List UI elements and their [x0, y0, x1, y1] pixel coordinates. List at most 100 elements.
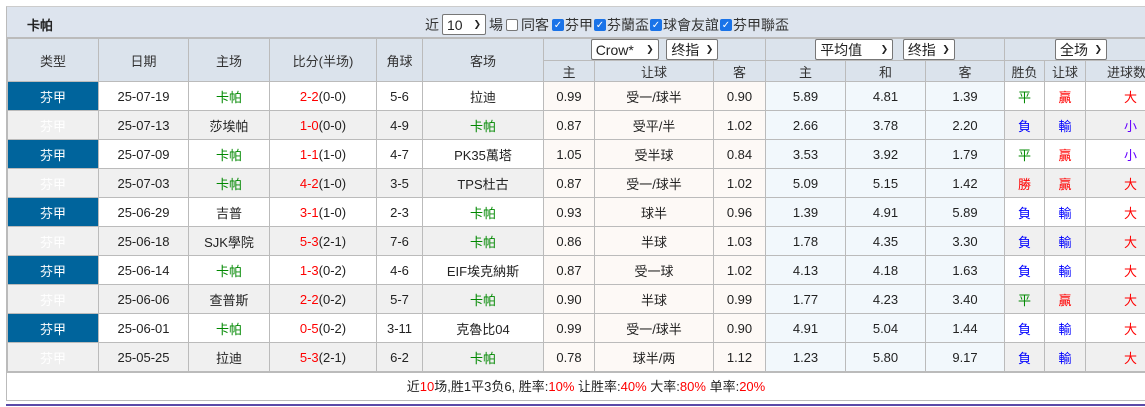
handicap-win-rate: 40%: [620, 379, 647, 394]
home-team-cell[interactable]: 卡帕: [188, 313, 270, 343]
corner-cell: 3-11: [376, 313, 423, 343]
away-team-cell[interactable]: EIF埃克納斯: [422, 255, 544, 285]
goals-result-cell: 大: [1084, 284, 1145, 314]
away-team-cell[interactable]: PK35萬塔: [422, 139, 544, 169]
col-ah-home: 主: [543, 60, 595, 82]
eu-draw-odds: 4.18: [845, 255, 926, 285]
scope-select[interactable]: 全场 ❯: [1055, 39, 1107, 60]
col-handicap: 让球: [1044, 60, 1086, 82]
col-date: 日期: [98, 38, 189, 82]
home-team-cell[interactable]: 吉普: [188, 197, 270, 227]
corner-cell: 5-6: [376, 81, 423, 111]
corner-cell: 7-6: [376, 226, 423, 256]
full-score: 2-2: [299, 88, 319, 104]
home-team-cell[interactable]: 卡帕: [188, 81, 270, 111]
win-rate: 10%: [548, 379, 575, 394]
score-cell: 1-3(0-2): [269, 255, 377, 285]
away-team-cell[interactable]: 卡帕: [422, 342, 544, 372]
col-eu-draw: 和: [845, 60, 926, 82]
matches-table: 类型 日期 主场 比分(半场) 角球 客场 Crow* ❯ 终指 ❯ 平均值 ❯ 终指…: [7, 38, 1145, 372]
home-team-cell[interactable]: 拉迪: [188, 342, 270, 372]
date-cell: 25-07-13: [98, 110, 189, 140]
eu-kind-select[interactable]: 终指 ❯: [902, 39, 955, 60]
summary-text: 让胜率:: [574, 379, 621, 394]
eu-company-select[interactable]: 平均值 ❯: [815, 39, 894, 60]
summary-count: 10: [419, 379, 435, 394]
home-team-cell[interactable]: 莎埃帕: [188, 110, 270, 140]
goals-result-cell: 大: [1084, 255, 1145, 285]
eu-draw-odds: 3.78: [845, 110, 926, 140]
goals-result-cell: 大: [1084, 313, 1145, 343]
table-row[interactable]: 芬甲 25-06-29 吉普 3-1(1-0) 2-3 卡帕 0.93 球半 0…: [7, 197, 1145, 227]
competition-checkbox[interactable]: ✓: [594, 18, 606, 31]
competition-checkbox[interactable]: ✓: [650, 18, 662, 31]
eu-draw-odds: 5.15: [845, 168, 926, 198]
table-row[interactable]: 芬甲 25-06-14 卡帕 1-3(0-2) 4-6 EIF埃克納斯 0.87…: [7, 255, 1145, 285]
table-row[interactable]: 芬甲 25-07-03 卡帕 4-2(1-0) 3-5 TPS杜古 0.87 受…: [7, 168, 1145, 198]
ah-line: 半球: [594, 226, 714, 256]
home-team-cell[interactable]: 卡帕: [188, 168, 270, 198]
eu-home-odds: 1.77: [765, 284, 846, 314]
ah-kind-select[interactable]: 终指 ❯: [666, 39, 719, 60]
table-row[interactable]: 芬甲 25-06-01 卡帕 0-5(0-2) 3-11 克魯比04 0.99 …: [7, 313, 1145, 343]
half-score: (0-2): [318, 320, 347, 336]
goals-result-cell: 大: [1084, 197, 1145, 227]
table-row[interactable]: 芬甲 25-07-19 卡帕 2-2(0-0) 5-6 拉迪 0.99 受一/球…: [7, 81, 1145, 111]
type-cell: 芬甲: [7, 110, 99, 140]
score-cell: 2-2(0-0): [269, 81, 377, 111]
goals-result-cell: 大: [1084, 342, 1145, 372]
full-score: 1-1: [299, 146, 319, 162]
full-score: 5-3: [299, 349, 319, 365]
away-team-cell[interactable]: 克魯比04: [422, 313, 544, 343]
match-count-value: 10: [447, 16, 463, 33]
chevron-down-icon: ❯: [1094, 44, 1102, 54]
away-team-cell[interactable]: 拉迪: [422, 81, 544, 111]
full-score: 1-3: [299, 262, 319, 278]
eu-home-odds: 3.53: [765, 139, 846, 169]
away-team-cell[interactable]: 卡帕: [422, 226, 544, 256]
competition-checkbox[interactable]: ✓: [720, 18, 732, 31]
full-score: 5-3: [299, 233, 319, 249]
ah-kind-value: 终指: [671, 41, 700, 58]
table-row[interactable]: 芬甲 25-05-25 拉迪 5-3(2-1) 6-2 卡帕 0.78 球半/两…: [7, 342, 1145, 372]
eu-away-odds: 3.30: [925, 226, 1005, 256]
away-team-cell[interactable]: TPS杜古: [422, 168, 544, 198]
ah-line: 受一球: [594, 255, 714, 285]
away-team-cell[interactable]: 卡帕: [422, 284, 544, 314]
chevron-down-icon: ❯: [646, 44, 654, 54]
handicap-result-cell: 贏: [1044, 284, 1086, 314]
home-team-cell[interactable]: 查普斯: [188, 284, 270, 314]
odd-rate: 20%: [739, 379, 766, 394]
half-score: (1-0): [318, 175, 347, 191]
home-team-cell[interactable]: 卡帕: [188, 139, 270, 169]
table-row[interactable]: 芬甲 25-07-09 卡帕 1-1(1-0) 4-7 PK35萬塔 1.05 …: [7, 139, 1145, 169]
col-goals: 进球数: [1084, 60, 1145, 82]
type-cell: 芬甲: [7, 284, 99, 314]
half-score: (0-2): [318, 291, 347, 307]
date-cell: 25-06-01: [98, 313, 189, 343]
ah-home-odds: 0.99: [543, 313, 595, 343]
eu-away-odds: 3.40: [925, 284, 1005, 314]
handicap-result-cell: 輸: [1044, 255, 1086, 285]
ah-company-select[interactable]: Crow* ❯: [590, 39, 659, 60]
summary: 近10场,胜1平3负6, 胜率:10% 让胜率:40% 大率:80% 单率:20…: [7, 372, 1145, 400]
competition-checkbox[interactable]: ✓: [552, 18, 564, 31]
chevron-down-icon: ❯: [880, 44, 889, 54]
result-cell: 負: [1004, 342, 1045, 372]
eu-home-odds: 4.91: [765, 313, 846, 343]
away-team-cell[interactable]: 卡帕: [422, 110, 544, 140]
handicap-result-cell: 贏: [1044, 139, 1086, 169]
type-cell: 芬甲: [7, 342, 99, 372]
table-row[interactable]: 芬甲 25-06-18 SJK學院 5-3(2-1) 7-6 卡帕 0.86 半…: [7, 226, 1145, 256]
table-row[interactable]: 芬甲 25-06-06 查普斯 2-2(0-2) 5-7 卡帕 0.90 半球 …: [7, 284, 1145, 314]
match-count-select[interactable]: 10 ❯: [442, 14, 486, 35]
away-team-cell[interactable]: 卡帕: [422, 197, 544, 227]
table-row[interactable]: 芬甲 25-07-13 莎埃帕 1-0(0-0) 4-9 卡帕 0.87 受平/…: [7, 110, 1145, 140]
eu-home-odds: 1.39: [765, 197, 846, 227]
full-score: 2-2: [299, 291, 319, 307]
same-venue-checkbox[interactable]: [506, 18, 518, 31]
home-team-cell[interactable]: 卡帕: [188, 255, 270, 285]
eu-home-odds: 4.13: [765, 255, 846, 285]
ah-away-odds: 0.96: [713, 197, 766, 227]
home-team-cell[interactable]: SJK學院: [188, 226, 270, 256]
